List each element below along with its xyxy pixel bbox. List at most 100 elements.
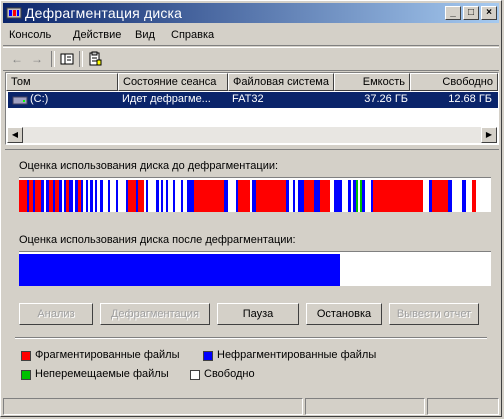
cluster-segment	[53, 180, 55, 212]
file-system: FAT32	[232, 93, 264, 105]
cluster-segment	[86, 180, 88, 212]
pause-button[interactable]: Пауза	[217, 303, 299, 325]
cluster-segment	[175, 180, 181, 212]
column-volume[interactable]: Том	[6, 73, 118, 91]
cluster-segment	[144, 180, 146, 212]
analyze-button[interactable]: Анализ	[19, 303, 93, 325]
cluster-segment	[27, 180, 29, 212]
forward-icon[interactable]: →	[29, 51, 45, 67]
column-session-status[interactable]: Состояние сеанса	[118, 73, 228, 91]
unmovable-swatch	[21, 370, 31, 380]
cluster-segment	[90, 180, 93, 212]
cluster-segment	[351, 180, 353, 212]
menu-console[interactable]: Консоль	[9, 29, 51, 41]
cluster-segment	[19, 180, 27, 212]
window-title: Дефрагментация диска	[25, 5, 183, 21]
volume-list[interactable]: Том Состояние сеанса Файловая система Ем…	[5, 72, 499, 145]
properties-icon[interactable]	[87, 51, 103, 67]
horizontal-scrollbar[interactable]: ◀ ▶	[7, 127, 497, 143]
volume-list-header: Том Состояние сеанса Файловая система Ем…	[6, 73, 498, 91]
cluster-segment	[256, 180, 286, 212]
cluster-segment	[466, 180, 472, 212]
cluster-segment	[55, 180, 59, 212]
capacity: 37.26 ГБ	[364, 93, 408, 105]
cluster-segment	[452, 180, 462, 212]
menu-view[interactable]: Вид	[135, 29, 155, 41]
contiguous-swatch	[203, 351, 213, 361]
close-button[interactable]: ×	[481, 6, 497, 20]
minimize-button[interactable]: _	[445, 6, 461, 20]
cluster-segment	[35, 180, 41, 212]
volume-name: (C:)	[30, 93, 49, 105]
cluster-segment	[371, 180, 373, 212]
cluster-segment	[228, 180, 236, 212]
cluster-segment	[330, 180, 334, 212]
before-map	[19, 177, 491, 212]
legend-fragmented: Фрагментированные файлы	[35, 349, 180, 361]
title-bar[interactable]: Дефрагментация диска _ □ ×	[3, 3, 499, 23]
legend-divider	[15, 337, 487, 339]
cluster-segment	[181, 180, 183, 212]
cluster-segment	[173, 180, 175, 212]
cluster-segment	[423, 180, 429, 212]
cluster-segment	[66, 180, 69, 212]
cluster-segment	[293, 180, 295, 212]
cluster-segment	[353, 180, 356, 212]
menu-help[interactable]: Справка	[171, 29, 214, 41]
defrag-window: Дефрагментация диска _ □ × Консоль Дейст…	[0, 0, 502, 417]
stop-button[interactable]: Остановка	[306, 303, 382, 325]
cluster-segment	[100, 180, 103, 212]
legend-contiguous: Нефрагментированные файлы	[217, 349, 377, 361]
maximize-button[interactable]: □	[463, 6, 479, 20]
cluster-segment	[314, 180, 320, 212]
menu-action[interactable]: Действие	[73, 29, 121, 41]
after-label: Оценка использования диска после дефрагм…	[19, 234, 296, 246]
cluster-segment	[304, 180, 314, 212]
cluster-segment	[108, 180, 110, 212]
volume-row[interactable]: (C:) Идет дефрагме... FAT32 37.26 ГБ 12.…	[8, 92, 498, 108]
legend-free: Свободно	[204, 368, 255, 380]
cluster-segment	[166, 180, 168, 212]
view-report-button[interactable]: Вывести отчет	[389, 303, 479, 325]
defragment-button[interactable]: Дефрагментация	[100, 303, 210, 325]
cluster-segment	[110, 180, 116, 212]
column-free[interactable]: Свободно	[410, 73, 498, 91]
cluster-segment	[73, 180, 75, 212]
cluster-segment	[183, 180, 187, 212]
cluster-segment	[286, 180, 289, 212]
toolbar: ← →	[3, 47, 499, 71]
before-map-graphic	[19, 180, 491, 212]
after-map	[19, 251, 491, 286]
column-file-system[interactable]: Файловая система	[228, 73, 334, 91]
status-pane-right	[427, 398, 499, 415]
cluster-segment	[373, 180, 377, 212]
cluster-segment	[462, 180, 466, 212]
cluster-segment	[128, 180, 136, 212]
column-capacity[interactable]: Емкость	[334, 73, 410, 91]
free-swatch	[190, 370, 200, 380]
back-icon[interactable]: ←	[9, 51, 25, 67]
cluster-segment	[81, 180, 83, 212]
cluster-segment	[148, 180, 156, 212]
cluster-segment	[429, 180, 432, 212]
cluster-segment	[289, 180, 293, 212]
cluster-segment	[250, 180, 252, 212]
cluster-segment	[298, 180, 304, 212]
after-map-graphic	[19, 254, 340, 286]
cluster-segment	[161, 180, 163, 212]
show-hide-tree-icon[interactable]	[59, 51, 75, 67]
cluster-segment	[356, 180, 358, 212]
cluster-segment	[238, 180, 250, 212]
cluster-segment	[476, 180, 491, 212]
defrag-app-icon	[6, 7, 22, 19]
cluster-segment	[103, 180, 108, 212]
cluster-segment	[187, 180, 194, 212]
cluster-segment	[163, 180, 166, 212]
cluster-segment	[126, 180, 128, 212]
cluster-segment	[33, 180, 35, 212]
scroll-left-icon[interactable]: ◀	[7, 127, 23, 143]
cluster-segment	[358, 180, 360, 212]
cluster-segment	[97, 180, 100, 212]
scroll-right-icon[interactable]: ▶	[481, 127, 497, 143]
menu-bar: Консоль Действие Вид Справка	[3, 25, 499, 46]
